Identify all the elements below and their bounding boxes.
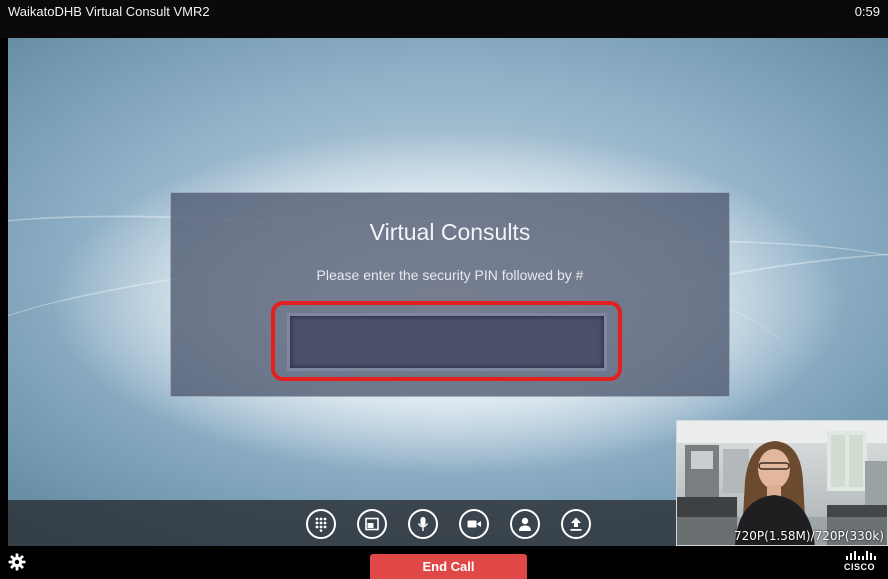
pin-input[interactable]: [287, 313, 607, 371]
microphone-icon: [417, 517, 429, 531]
window-title: WaikatoDHB Virtual Consult VMR2: [8, 4, 210, 19]
layout-icon: [365, 517, 379, 531]
cisco-wordmark: CISCO: [844, 562, 876, 572]
end-call-button[interactable]: End Call: [370, 554, 527, 579]
dialog-title: Virtual Consults: [369, 219, 531, 245]
pin-entry-dialog: Virtual Consults Please enter the securi…: [170, 192, 730, 397]
call-timer: 0:59: [854, 4, 880, 19]
keypad-button[interactable]: [306, 509, 336, 539]
participants-button[interactable]: [510, 509, 540, 539]
microphone-button[interactable]: [408, 509, 438, 539]
person-icon: [519, 517, 531, 531]
title-bar: WaikatoDHB Virtual Consult VMR2 0:59: [0, 0, 888, 38]
camera-button[interactable]: [459, 509, 489, 539]
pin-prompt: Please enter the security PIN followed b…: [316, 267, 584, 283]
share-button[interactable]: [561, 509, 591, 539]
self-view-image: [677, 421, 887, 545]
bottom-bar: End Call CISCO: [0, 546, 888, 579]
layout-button[interactable]: [357, 509, 387, 539]
upload-icon: [570, 517, 582, 531]
keypad-icon: [315, 517, 327, 532]
cisco-logo: CISCO: [842, 551, 882, 577]
video-stats: 720P(1.58M)/720P(330k): [734, 529, 884, 543]
camera-icon: [467, 520, 481, 528]
cisco-bars-icon: [846, 551, 876, 560]
gear-icon[interactable]: [8, 553, 26, 571]
self-view-video[interactable]: 720P(1.58M)/720P(330k): [676, 420, 888, 546]
